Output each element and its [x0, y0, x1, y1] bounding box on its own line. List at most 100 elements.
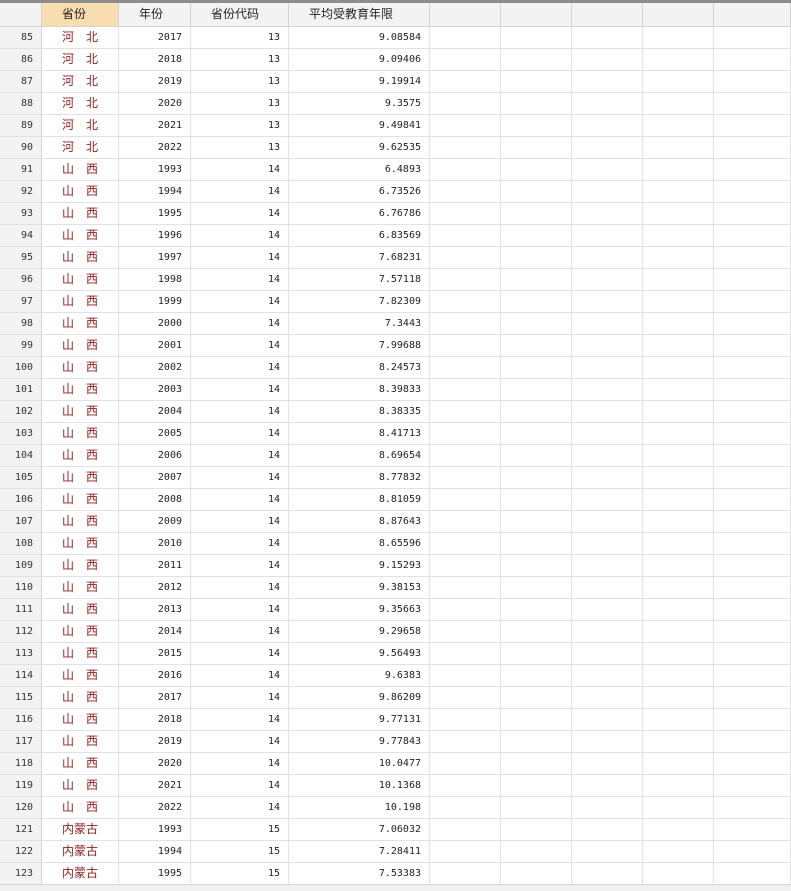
cell-empty[interactable]: [714, 291, 791, 313]
cell-empty[interactable]: [572, 225, 643, 247]
table-row[interactable]: 120 山 西 2022 14 10.198: [0, 797, 791, 819]
cell-year[interactable]: 2014: [119, 621, 191, 643]
cell-year[interactable]: 2011: [119, 555, 191, 577]
cell-empty[interactable]: [430, 115, 501, 137]
row-number[interactable]: 89: [0, 115, 42, 137]
cell-province-code[interactable]: 14: [191, 269, 289, 291]
cell-province-code[interactable]: 14: [191, 621, 289, 643]
column-header-empty[interactable]: [714, 3, 791, 26]
cell-empty[interactable]: [430, 577, 501, 599]
cell-province[interactable]: 山 西: [42, 269, 119, 291]
corner-cell[interactable]: [0, 3, 42, 26]
row-number[interactable]: 120: [0, 797, 42, 819]
table-row[interactable]: 101 山 西 2003 14 8.39833: [0, 379, 791, 401]
cell-avg-education-years[interactable]: 6.76786: [289, 203, 430, 225]
table-row[interactable]: 117 山 西 2019 14 9.77843: [0, 731, 791, 753]
cell-empty[interactable]: [501, 401, 572, 423]
cell-empty[interactable]: [501, 49, 572, 71]
cell-empty[interactable]: [572, 621, 643, 643]
table-row[interactable]: 89 河 北 2021 13 9.49841: [0, 115, 791, 137]
cell-empty[interactable]: [714, 247, 791, 269]
cell-empty[interactable]: [643, 49, 714, 71]
cell-province-code[interactable]: 13: [191, 137, 289, 159]
row-number[interactable]: 92: [0, 181, 42, 203]
cell-empty[interactable]: [714, 93, 791, 115]
cell-empty[interactable]: [501, 203, 572, 225]
cell-empty[interactable]: [572, 841, 643, 863]
cell-empty[interactable]: [643, 313, 714, 335]
table-row[interactable]: 93 山 西 1995 14 6.76786: [0, 203, 791, 225]
cell-empty[interactable]: [643, 335, 714, 357]
cell-empty[interactable]: [430, 181, 501, 203]
table-row[interactable]: 110 山 西 2012 14 9.38153: [0, 577, 791, 599]
cell-empty[interactable]: [714, 643, 791, 665]
cell-empty[interactable]: [572, 577, 643, 599]
row-number[interactable]: 119: [0, 775, 42, 797]
cell-empty[interactable]: [572, 49, 643, 71]
cell-province-code[interactable]: 14: [191, 401, 289, 423]
cell-province-code[interactable]: 14: [191, 555, 289, 577]
cell-empty[interactable]: [714, 687, 791, 709]
cell-empty[interactable]: [643, 753, 714, 775]
cell-province[interactable]: 山 西: [42, 401, 119, 423]
cell-avg-education-years[interactable]: 10.198: [289, 797, 430, 819]
table-row[interactable]: 87 河 北 2019 13 9.19914: [0, 71, 791, 93]
table-row[interactable]: 112 山 西 2014 14 9.29658: [0, 621, 791, 643]
cell-empty[interactable]: [572, 181, 643, 203]
cell-empty[interactable]: [430, 709, 501, 731]
cell-empty[interactable]: [501, 115, 572, 137]
cell-year[interactable]: 1995: [119, 203, 191, 225]
row-number[interactable]: 97: [0, 291, 42, 313]
cell-province-code[interactable]: 14: [191, 203, 289, 225]
cell-empty[interactable]: [501, 379, 572, 401]
cell-empty[interactable]: [643, 687, 714, 709]
cell-avg-education-years[interactable]: 8.81059: [289, 489, 430, 511]
cell-empty[interactable]: [572, 313, 643, 335]
cell-empty[interactable]: [572, 379, 643, 401]
cell-empty[interactable]: [643, 709, 714, 731]
cell-year[interactable]: 1995: [119, 863, 191, 884]
cell-year[interactable]: 2018: [119, 49, 191, 71]
table-row[interactable]: 103 山 西 2005 14 8.41713: [0, 423, 791, 445]
cell-empty[interactable]: [572, 753, 643, 775]
cell-avg-education-years[interactable]: 8.77832: [289, 467, 430, 489]
cell-empty[interactable]: [643, 665, 714, 687]
cell-empty[interactable]: [430, 841, 501, 863]
table-row[interactable]: 109 山 西 2011 14 9.15293: [0, 555, 791, 577]
cell-empty[interactable]: [501, 181, 572, 203]
row-number[interactable]: 118: [0, 753, 42, 775]
cell-province[interactable]: 山 西: [42, 511, 119, 533]
cell-province[interactable]: 山 西: [42, 203, 119, 225]
column-header-avg-education-years[interactable]: 平均受教育年限: [289, 3, 430, 26]
cell-empty[interactable]: [643, 533, 714, 555]
row-number[interactable]: 110: [0, 577, 42, 599]
cell-empty[interactable]: [430, 313, 501, 335]
cell-empty[interactable]: [643, 93, 714, 115]
cell-empty[interactable]: [430, 599, 501, 621]
cell-empty[interactable]: [430, 269, 501, 291]
cell-province[interactable]: 山 西: [42, 775, 119, 797]
table-row[interactable]: 123 内蒙古 1995 15 7.53383: [0, 863, 791, 884]
cell-province-code[interactable]: 14: [191, 467, 289, 489]
cell-year[interactable]: 2007: [119, 467, 191, 489]
cell-province-code[interactable]: 14: [191, 225, 289, 247]
row-number[interactable]: 122: [0, 841, 42, 863]
cell-empty[interactable]: [643, 445, 714, 467]
cell-avg-education-years[interactable]: 8.41713: [289, 423, 430, 445]
cell-avg-education-years[interactable]: 8.39833: [289, 379, 430, 401]
cell-empty[interactable]: [501, 489, 572, 511]
cell-empty[interactable]: [643, 511, 714, 533]
cell-empty[interactable]: [714, 225, 791, 247]
cell-province-code[interactable]: 14: [191, 291, 289, 313]
cell-province[interactable]: 山 西: [42, 291, 119, 313]
cell-empty[interactable]: [643, 357, 714, 379]
cell-empty[interactable]: [572, 445, 643, 467]
cell-empty[interactable]: [430, 621, 501, 643]
cell-avg-education-years[interactable]: 7.53383: [289, 863, 430, 884]
cell-empty[interactable]: [572, 775, 643, 797]
cell-empty[interactable]: [572, 555, 643, 577]
cell-province[interactable]: 山 西: [42, 489, 119, 511]
cell-year[interactable]: 2008: [119, 489, 191, 511]
cell-empty[interactable]: [430, 819, 501, 841]
cell-province-code[interactable]: 14: [191, 445, 289, 467]
